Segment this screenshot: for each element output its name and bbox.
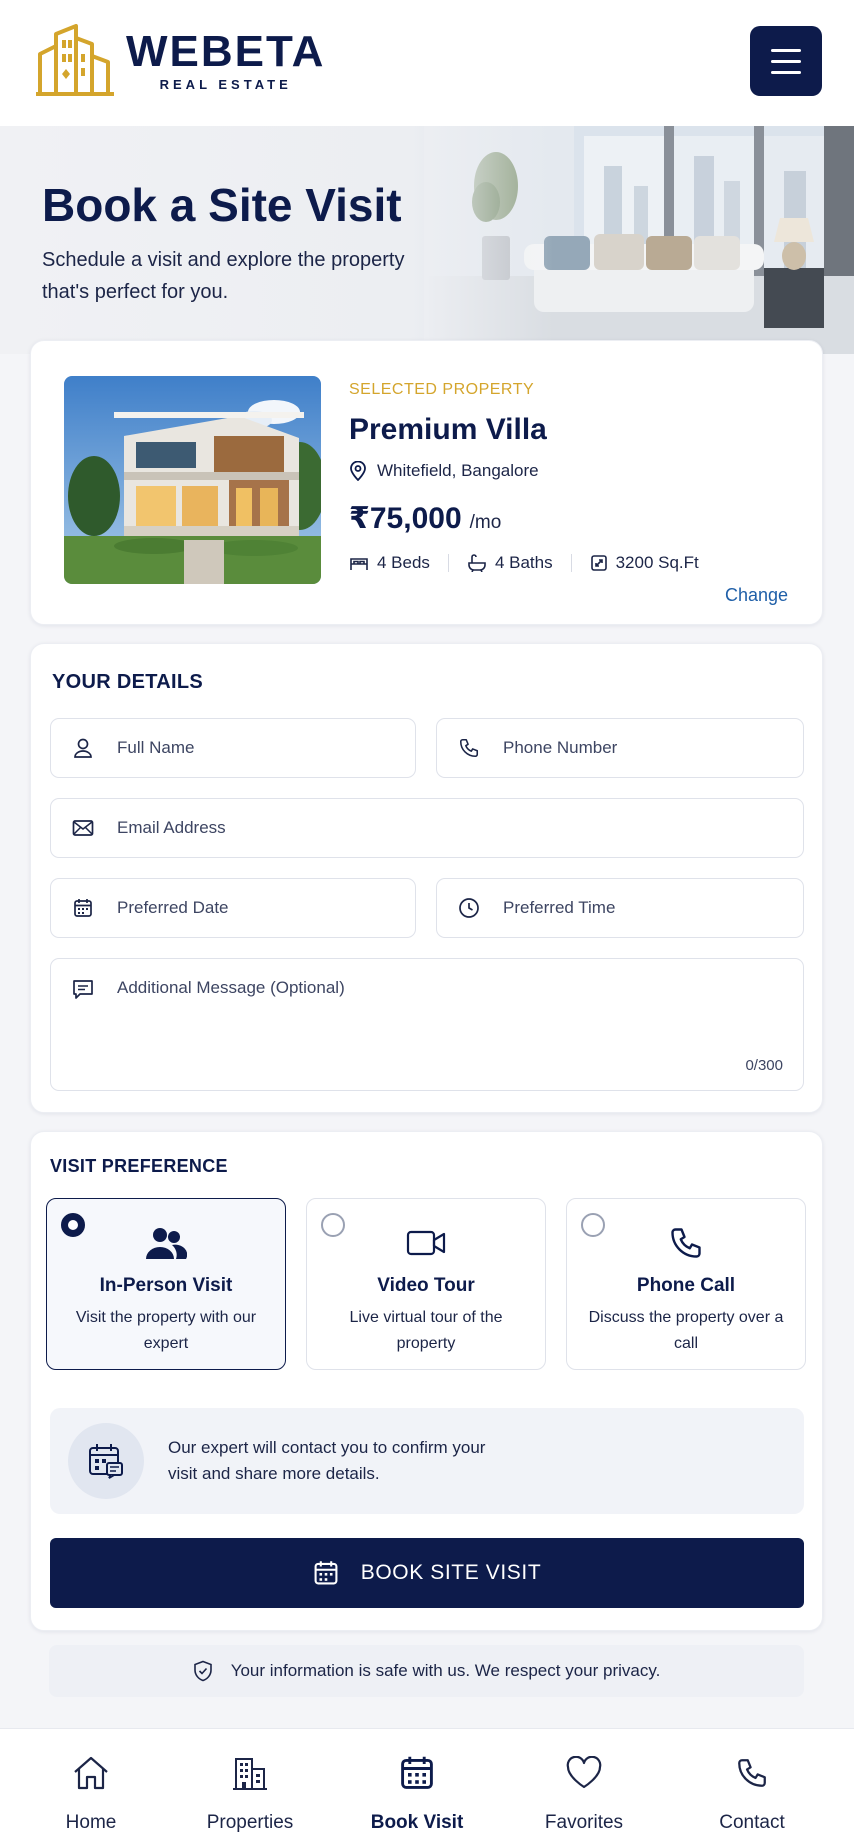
nav-home[interactable]: Home: [16, 1729, 166, 1842]
phone-icon: [664, 1223, 708, 1263]
property-price: ₹75,000 /mo: [349, 501, 501, 536]
phone-icon: [457, 736, 481, 760]
preferred-date-input[interactable]: [117, 898, 409, 918]
heart-icon: [564, 1753, 604, 1793]
message-field[interactable]: 0/300: [50, 958, 804, 1091]
nav-favorites[interactable]: Favorites: [509, 1729, 659, 1842]
price-unit: /mo: [469, 512, 502, 533]
radio-unselected[interactable]: [581, 1213, 605, 1237]
spec-divider: [570, 554, 572, 572]
nav-label: Home: [65, 1812, 117, 1833]
mail-icon: [71, 816, 95, 840]
visit-preference-section: VISIT PREFERENCE In-Person Visit Visit t…: [30, 1131, 823, 1631]
property-location: Whitefield, Bangalore: [349, 461, 539, 481]
spec-area: 3200 Sq.Ft: [590, 553, 699, 573]
full-name-field[interactable]: [50, 718, 416, 778]
phone-number-input[interactable]: [503, 738, 796, 758]
phone-icon: [732, 1753, 772, 1793]
bath-icon: [468, 554, 486, 572]
selected-property-card: SELECTED PROPERTY Premium Villa Whitefie…: [30, 340, 823, 625]
option-phone-call[interactable]: Phone Call Discuss the property over a c…: [566, 1198, 806, 1370]
nav-label: Properties: [206, 1812, 294, 1833]
spec-divider: [447, 554, 449, 572]
full-name-input[interactable]: [117, 738, 409, 758]
nav-label: Favorites: [544, 1812, 624, 1833]
page-title: Book a Site Visit: [42, 179, 402, 231]
your-details-form: YOUR DETAILS 0/300: [30, 643, 823, 1113]
privacy-text: Your information is safe with us. We res…: [230, 1661, 661, 1680]
radio-selected[interactable]: [61, 1213, 85, 1237]
message-icon: [71, 977, 95, 1001]
nav-label: Contact: [719, 1812, 785, 1833]
users-icon: [144, 1223, 188, 1263]
phone-number-field[interactable]: [436, 718, 804, 778]
option-title: In-Person Visit: [99, 1275, 233, 1296]
visit-preference-title: VISIT PREFERENCE: [50, 1156, 228, 1176]
video-camera-icon: [404, 1223, 448, 1263]
privacy-notice: Your information is safe with us. We res…: [49, 1645, 804, 1697]
option-desc: Live virtual tour of the property: [349, 1309, 503, 1352]
property-image: [64, 376, 321, 584]
calendar-icon: [314, 1561, 338, 1585]
message-textarea[interactable]: [117, 978, 719, 1068]
spec-baths: 4 Baths: [467, 553, 553, 573]
clock-icon: [457, 896, 481, 920]
hamburger-menu-icon[interactable]: [750, 26, 822, 96]
bed-icon: [350, 558, 368, 570]
notice-text: Our expert will contact you to confirm y…: [168, 1438, 486, 1483]
app-header: WEBETA REAL ESTATE: [0, 0, 854, 126]
email-input[interactable]: [117, 818, 719, 838]
beds-text: 4 Beds: [377, 553, 430, 572]
brand-logo[interactable]: WEBETA REAL ESTATE: [36, 24, 325, 96]
option-title: Video Tour: [377, 1275, 475, 1296]
area-icon: [590, 555, 607, 571]
option-video-tour[interactable]: Video Tour Live virtual tour of the prop…: [306, 1198, 546, 1370]
spec-beds: 4 Beds: [349, 553, 430, 573]
calendar-chat-icon: [68, 1423, 144, 1499]
book-site-visit-button[interactable]: BOOK SITE VISIT: [50, 1538, 804, 1608]
expert-contact-notice: Our expert will contact you to confirm y…: [50, 1408, 804, 1514]
calendar-icon: [71, 896, 95, 920]
user-icon: [71, 736, 95, 760]
preferred-time-field[interactable]: [436, 878, 804, 938]
area-text: 3200 Sq.Ft: [615, 553, 699, 572]
location-text: Whitefield, Bangalore: [377, 461, 539, 480]
char-counter: 0/300: [745, 1057, 783, 1074]
change-property-link[interactable]: Change: [725, 585, 788, 606]
building-icon: [230, 1753, 270, 1793]
building-logo-icon: [36, 24, 114, 96]
price-value: ₹75,000: [349, 502, 462, 535]
baths-text: 4 Baths: [494, 553, 553, 572]
option-desc: Visit the property with our expert: [75, 1309, 257, 1352]
preferred-time-input[interactable]: [503, 898, 796, 918]
home-icon: [71, 1753, 111, 1793]
living-room-image: [424, 126, 854, 354]
selected-property-label: SELECTED PROPERTY: [349, 381, 535, 398]
your-details-title: YOUR DETAILS: [52, 671, 204, 693]
property-name: Premium Villa: [349, 413, 547, 446]
calendar-icon: [397, 1753, 437, 1793]
location-pin-icon: [350, 461, 366, 481]
nav-label: Book Visit: [370, 1812, 464, 1833]
option-in-person-visit[interactable]: In-Person Visit Visit the property with …: [46, 1198, 286, 1370]
option-title: Phone Call: [636, 1275, 736, 1296]
brand-name: WEBETA: [126, 26, 326, 76]
shield-check-icon: [193, 1660, 212, 1682]
nav-book-visit[interactable]: Book Visit: [342, 1729, 492, 1842]
hero-banner: Book a Site Visit Schedule a visit and e…: [0, 126, 854, 354]
property-specs: 4 Beds 4 Baths 3200 Sq.Ft: [349, 553, 699, 573]
nav-properties[interactable]: Properties: [175, 1729, 325, 1842]
brand-tagline: REAL ESTATE: [159, 76, 292, 92]
page-subtitle: Schedule a visit and explore the propert…: [42, 249, 405, 303]
bottom-navigation: Home Properties Book Visit Favorites Con…: [0, 1728, 854, 1842]
preferred-date-field[interactable]: [50, 878, 416, 938]
book-button-label: BOOK SITE VISIT: [360, 1561, 542, 1584]
option-desc: Discuss the property over a call: [588, 1309, 784, 1352]
email-field[interactable]: [50, 798, 804, 858]
radio-unselected[interactable]: [321, 1213, 345, 1237]
nav-contact[interactable]: Contact: [677, 1729, 827, 1842]
